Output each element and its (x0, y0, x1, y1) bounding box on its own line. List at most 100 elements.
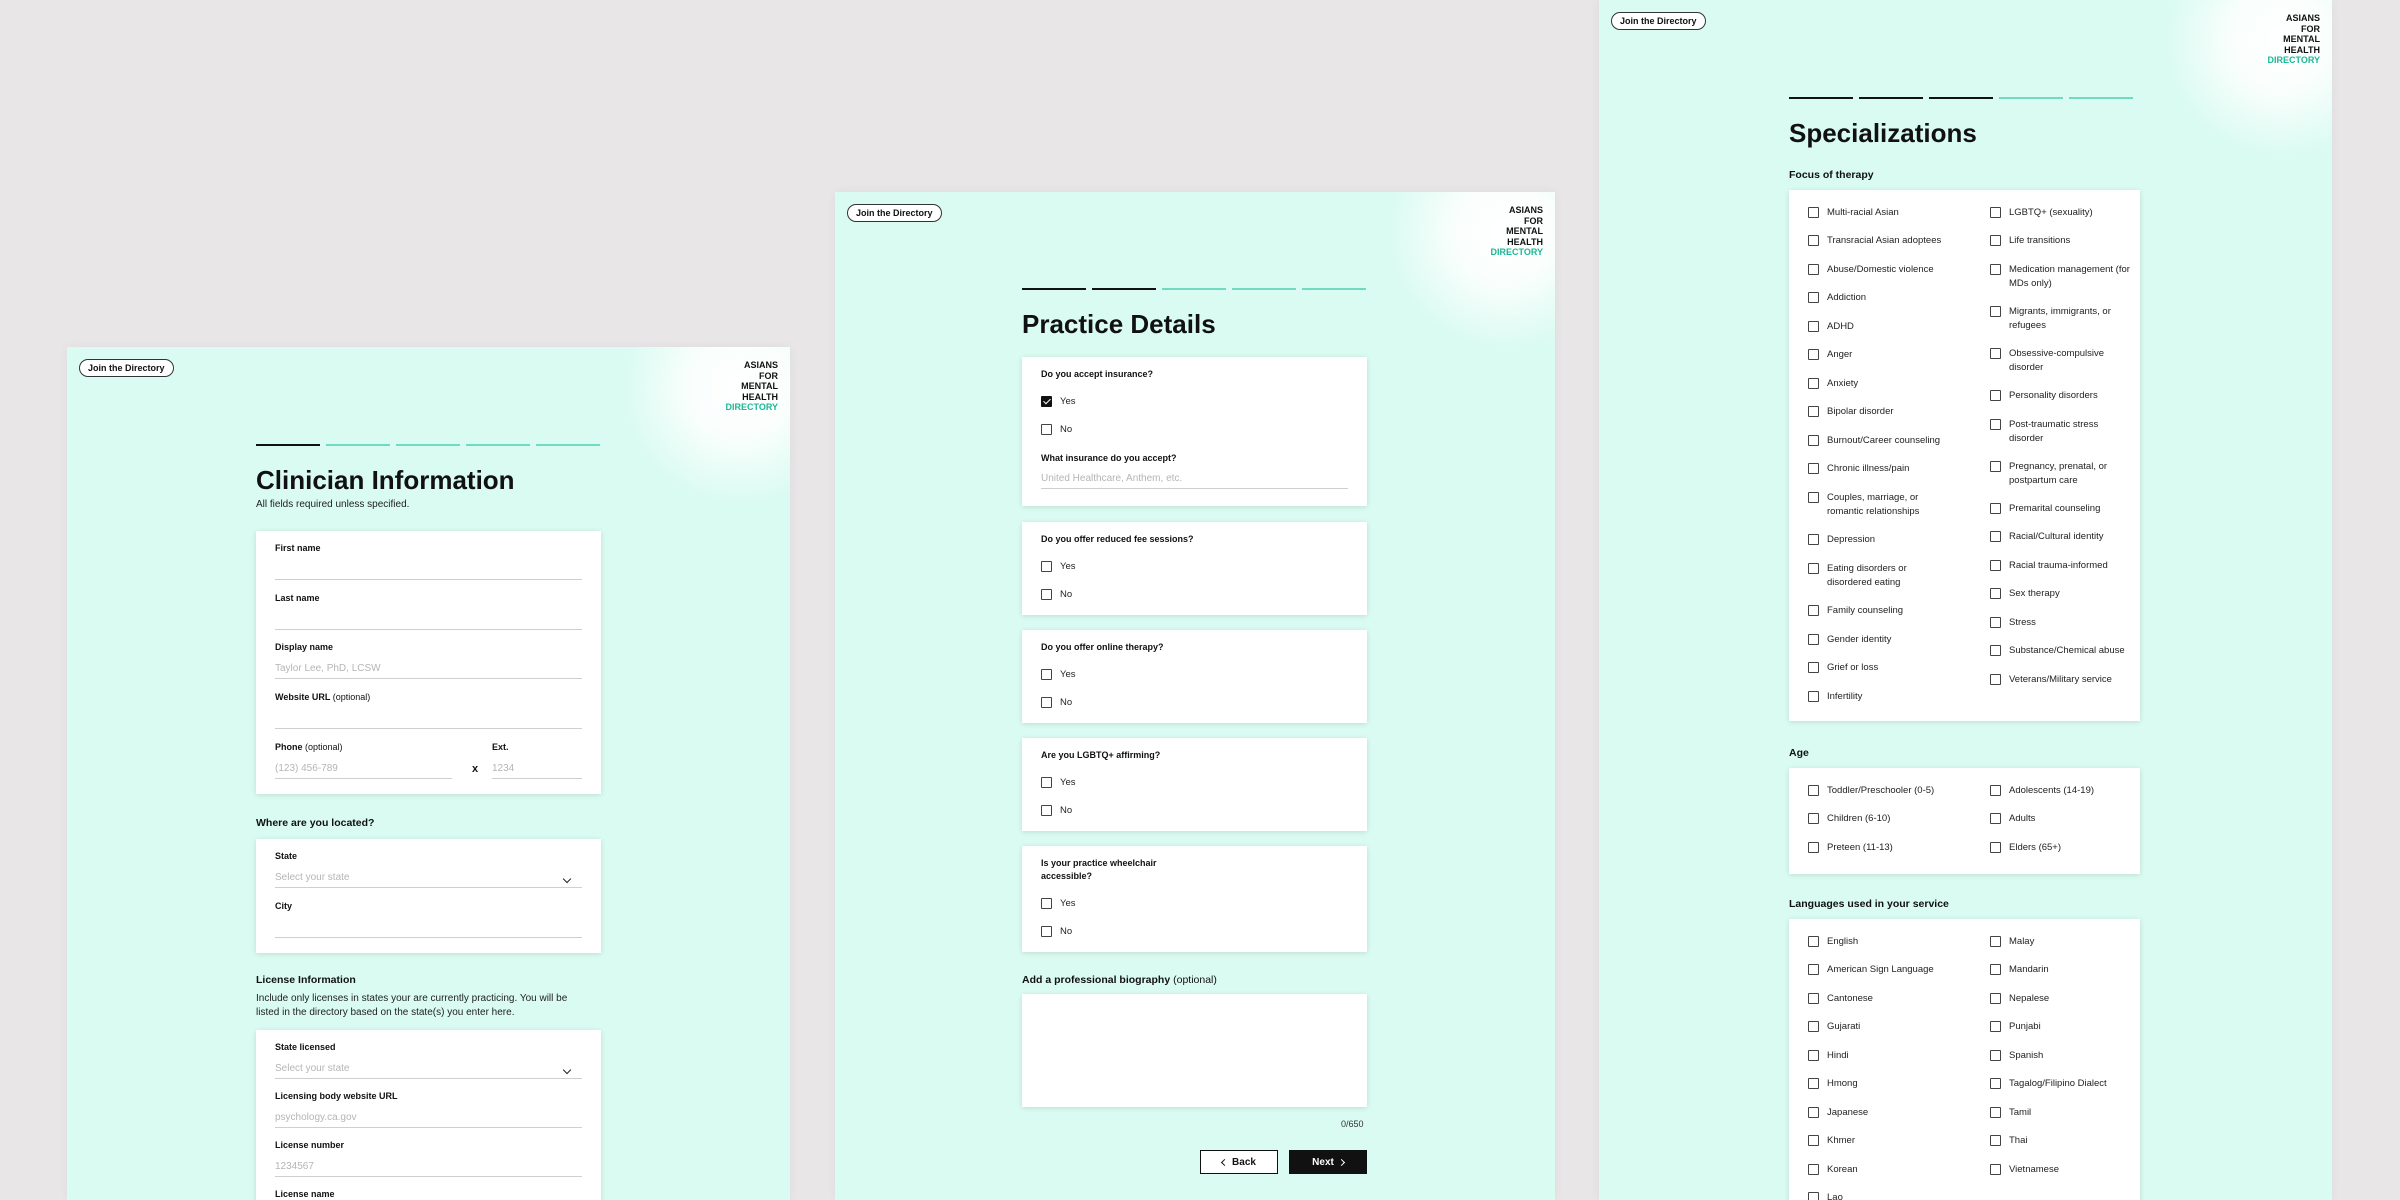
checkbox[interactable] (1041, 898, 1052, 909)
checkbox-option[interactable]: Adolescents (14-19) (1990, 784, 2130, 798)
join-directory-button[interactable]: Join the Directory (847, 204, 942, 222)
checkbox[interactable] (1808, 349, 1819, 360)
next-button[interactable]: Next (1289, 1150, 1367, 1174)
checkbox-option[interactable]: Depression (1808, 533, 1948, 547)
checkbox-option[interactable]: LGBTQ+ (sexuality) (1990, 206, 2130, 220)
checkbox-option[interactable]: Bipolar disorder (1808, 405, 1948, 419)
checkbox-option[interactable]: Tamil (1990, 1106, 2130, 1120)
online-yes-option[interactable]: Yes (1041, 669, 1076, 680)
checkbox-option[interactable]: Spanish (1990, 1049, 2130, 1063)
back-button[interactable]: Back (1200, 1150, 1278, 1174)
checkbox[interactable] (1990, 588, 2001, 599)
checkbox-option[interactable]: Stress (1990, 616, 2130, 630)
ext-field[interactable]: Ext. 1234 (492, 742, 582, 779)
checkbox-option[interactable]: Couples, marriage, or romantic relations… (1808, 491, 1948, 519)
lgbtq-no-option[interactable]: No (1041, 805, 1072, 816)
checkbox-option[interactable]: Eating disorders or disordered eating (1808, 562, 1948, 590)
checkbox[interactable] (1990, 419, 2001, 430)
checkbox-option[interactable]: Tagalog/Filipino Dialect (1990, 1077, 2130, 1091)
checkbox-option[interactable]: Anger (1808, 348, 1948, 362)
state-select[interactable]: State Select your state (275, 851, 582, 888)
checkbox-option[interactable]: Post-traumatic stress disorder (1990, 418, 2130, 446)
checkbox[interactable] (1808, 691, 1819, 702)
checkbox[interactable] (1808, 634, 1819, 645)
checkbox-option[interactable]: Substance/Chemical abuse (1990, 644, 2130, 658)
checkbox-option[interactable]: Burnout/Career counseling (1808, 434, 1948, 448)
checkbox[interactable] (1990, 1021, 2001, 1032)
checkbox[interactable] (1808, 1050, 1819, 1061)
checkbox-option[interactable]: Hindi (1808, 1049, 1948, 1063)
checkbox-option[interactable]: Elders (65+) (1990, 841, 2130, 855)
checkbox[interactable] (1808, 264, 1819, 275)
checkbox-option[interactable]: Personality disorders (1990, 389, 2130, 403)
checkbox[interactable] (1990, 1107, 2001, 1118)
chevron-down-icon[interactable] (562, 874, 572, 884)
checkbox[interactable] (1990, 264, 2001, 275)
checkbox-option[interactable]: Malay (1990, 935, 2130, 949)
checkbox-option[interactable]: Racial/Cultural identity (1990, 530, 2130, 544)
checkbox[interactable] (1808, 1192, 1819, 1200)
first-name-field[interactable]: First name (275, 543, 582, 580)
reduced-fee-no-option[interactable]: No (1041, 589, 1072, 600)
checkbox[interactable] (1808, 534, 1819, 545)
checkbox[interactable] (1990, 674, 2001, 685)
checkbox-option[interactable]: Mandarin (1990, 963, 2130, 977)
chevron-down-icon[interactable] (562, 1065, 572, 1075)
checkbox[interactable] (1808, 662, 1819, 673)
checkbox-option[interactable]: Infertility (1808, 690, 1948, 704)
checkbox[interactable] (1808, 936, 1819, 947)
checkbox[interactable] (1990, 1078, 2001, 1089)
insurance-yes-option[interactable]: Yes (1041, 396, 1076, 407)
checkbox[interactable] (1990, 560, 2001, 571)
checkbox[interactable] (1808, 406, 1819, 417)
checkbox[interactable] (1808, 1107, 1819, 1118)
checkbox-option[interactable]: English (1808, 935, 1948, 949)
display-name-field[interactable]: Display name Taylor Lee, PhD, LCSW (275, 642, 582, 679)
checkbox[interactable] (1990, 617, 2001, 628)
checkbox[interactable] (1990, 785, 2001, 796)
checkbox-option[interactable]: Life transitions (1990, 234, 2130, 248)
checkbox-option[interactable]: Punjabi (1990, 1020, 2130, 1034)
checkbox-option[interactable]: Vietnamese (1990, 1163, 2130, 1177)
checkbox-option[interactable]: Preteen (11-13) (1808, 841, 1948, 855)
wheelchair-yes-option[interactable]: Yes (1041, 898, 1076, 909)
checkbox-option[interactable]: Racial trauma-informed (1990, 559, 2130, 573)
checkbox[interactable] (1990, 390, 2001, 401)
checkbox-option[interactable]: Thai (1990, 1134, 2130, 1148)
checkbox[interactable] (1808, 563, 1819, 574)
license-number-field[interactable]: License number 1234567 (275, 1140, 582, 1177)
insurance-no-option[interactable]: No (1041, 424, 1072, 435)
checkbox[interactable] (1041, 697, 1052, 708)
checkbox-option[interactable]: Migrants, immigrants, or refugees (1990, 305, 2130, 333)
checkbox[interactable] (1808, 813, 1819, 824)
phone-field[interactable]: Phone (optional) (123) 456-789 (275, 742, 452, 779)
checkbox[interactable] (1990, 964, 2001, 975)
city-field[interactable]: City (275, 901, 582, 938)
lgbtq-yes-option[interactable]: Yes (1041, 777, 1076, 788)
join-directory-button[interactable]: Join the Directory (1611, 12, 1706, 30)
checkbox[interactable] (1808, 463, 1819, 474)
checkbox[interactable] (1041, 805, 1052, 816)
checkbox[interactable] (1808, 207, 1819, 218)
checkbox-option[interactable]: Children (6-10) (1808, 812, 1948, 826)
checkbox[interactable] (1990, 461, 2001, 472)
checkbox[interactable] (1990, 993, 2001, 1004)
website-field[interactable]: Website URL (optional) (275, 692, 582, 729)
checkbox-option[interactable]: Multi-racial Asian (1808, 206, 1948, 220)
checkbox-option[interactable]: Cantonese (1808, 992, 1948, 1006)
checkbox[interactable] (1990, 645, 2001, 656)
checkbox[interactable] (1808, 842, 1819, 853)
checkbox[interactable] (1808, 1135, 1819, 1146)
checkbox[interactable] (1990, 1164, 2001, 1175)
checkbox[interactable] (1990, 306, 2001, 317)
checkbox-option[interactable]: Korean (1808, 1163, 1948, 1177)
checkbox-option[interactable]: Hmong (1808, 1077, 1948, 1091)
checkbox-option[interactable]: Lao (1808, 1191, 1948, 1200)
checkbox-option[interactable]: Japanese (1808, 1106, 1948, 1120)
checkbox[interactable] (1808, 492, 1819, 503)
wheelchair-no-option[interactable]: No (1041, 926, 1072, 937)
checkbox[interactable] (1808, 1021, 1819, 1032)
checkbox[interactable] (1990, 348, 2001, 359)
checkbox-option[interactable]: Gujarati (1808, 1020, 1948, 1034)
checkbox-option[interactable]: Chronic illness/pain (1808, 462, 1948, 476)
